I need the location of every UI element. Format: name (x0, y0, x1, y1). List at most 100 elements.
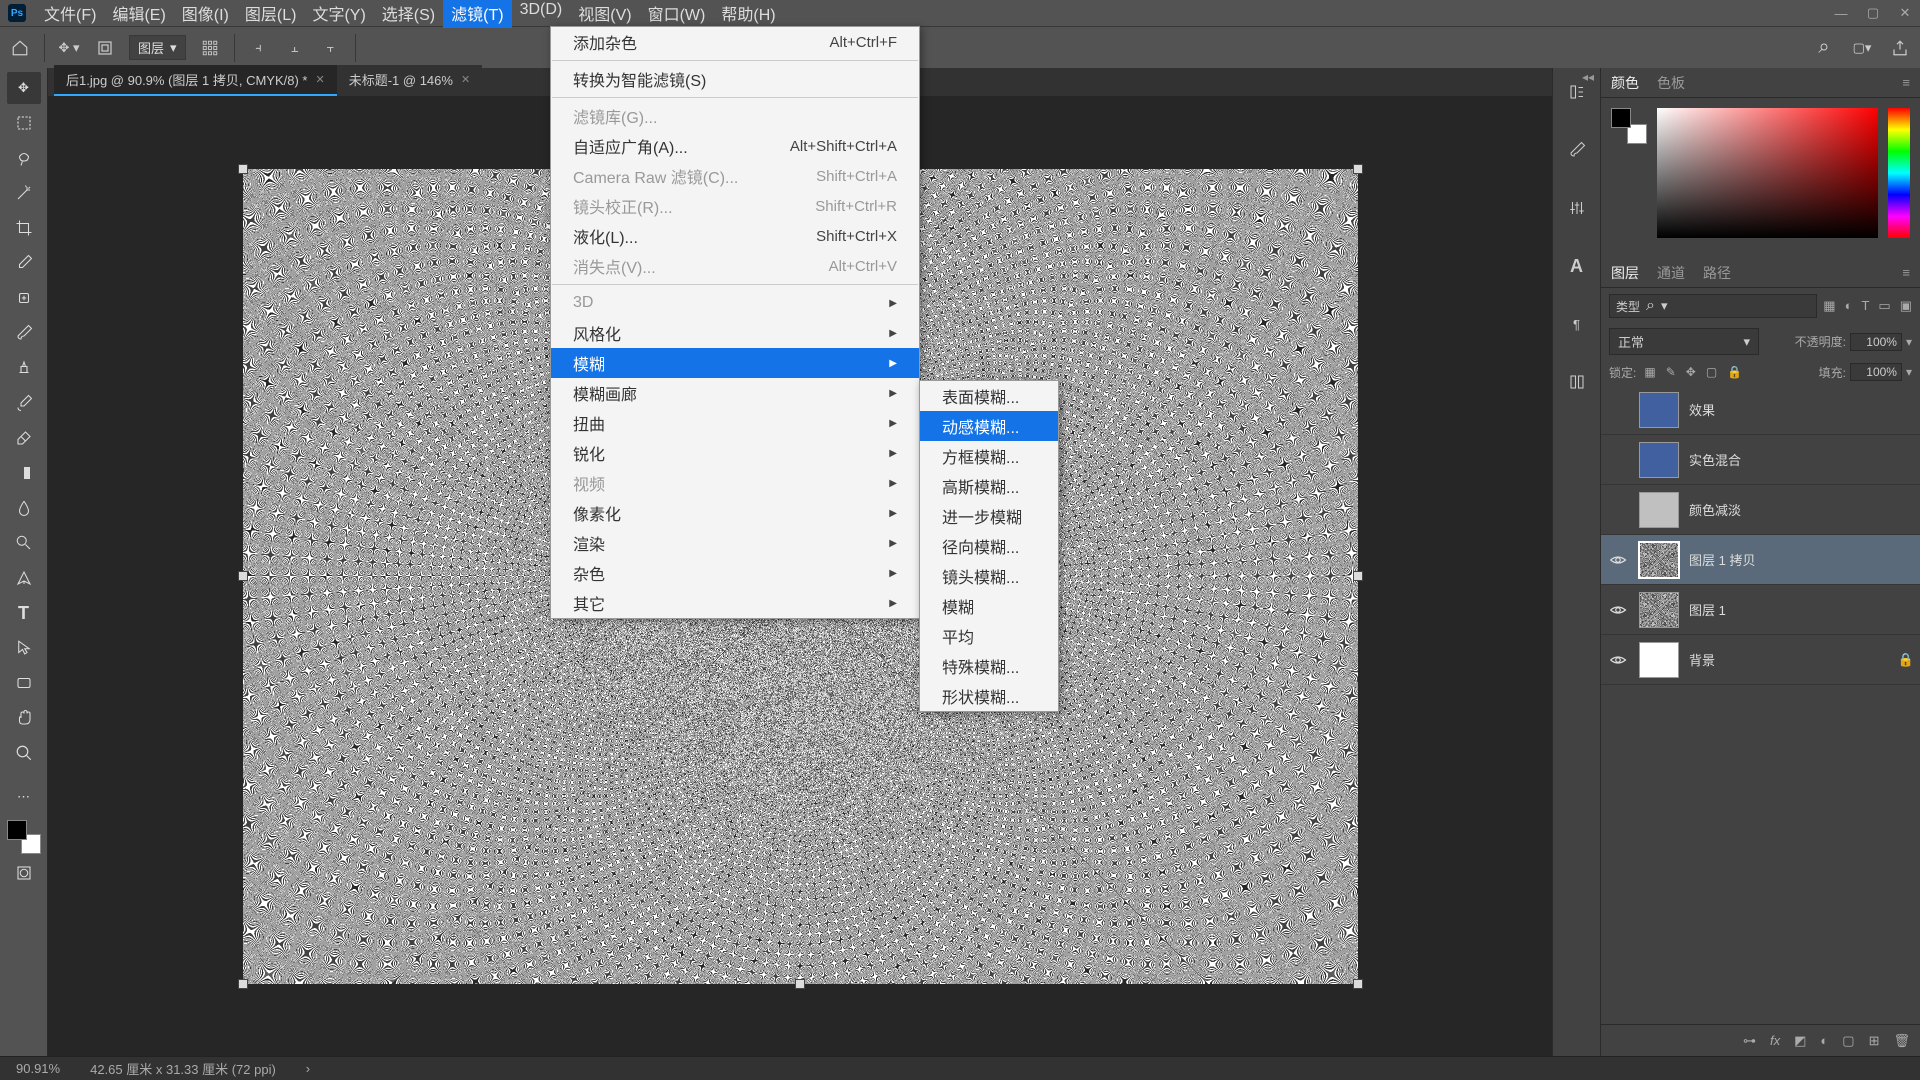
visibility-toggle[interactable] (1607, 651, 1629, 669)
align-right-icon[interactable]: ⫟ (319, 36, 343, 60)
submenu-item-动感模糊...[interactable]: 动感模糊... (920, 411, 1058, 441)
submenu-item-高斯模糊...[interactable]: 高斯模糊... (920, 471, 1058, 501)
tab-close-icon[interactable]: ✕ (316, 73, 325, 86)
menu-item-像素化[interactable]: 像素化▶ (551, 498, 919, 528)
submenu-item-表面模糊...[interactable]: 表面模糊... (920, 381, 1058, 411)
menu-图像(I)[interactable]: 图像(I) (174, 0, 237, 28)
document-tab[interactable]: 后1.jpg @ 90.9% (图层 1 拷贝, CMYK/8) *✕ (54, 65, 337, 96)
path-select-tool[interactable] (7, 632, 41, 664)
workspace-icon[interactable]: ▢▾ (1850, 36, 1874, 60)
edit-toolbar[interactable]: ⋯ (7, 781, 41, 813)
menu-滤镜(T)[interactable]: 滤镜(T) (443, 0, 511, 28)
layer-name-label[interactable]: 图层 1 (1689, 600, 1914, 619)
layer-name-label[interactable]: 图层 1 拷贝 (1689, 550, 1914, 569)
text-filter-icon[interactable]: T (1861, 298, 1869, 314)
healing-brush-tool[interactable] (7, 282, 41, 314)
menu-item-模糊画廊[interactable]: 模糊画廊▶ (551, 378, 919, 408)
layer-name-label[interactable]: 背景 (1689, 650, 1888, 669)
menu-item-添加杂色[interactable]: 添加杂色Alt+Ctrl+F (551, 27, 919, 57)
brushes-panel-icon[interactable] (1563, 136, 1591, 164)
minimize-icon[interactable]: — (1834, 6, 1848, 20)
history-brush-tool[interactable] (7, 387, 41, 419)
layer-kind-filter[interactable]: 类型 ⌕ ▾ (1609, 294, 1817, 318)
collapse-arrows-icon[interactable]: ◂◂ (1582, 70, 1594, 84)
menu-item-液化(L)...[interactable]: 液化(L)...Shift+Ctrl+X (551, 221, 919, 251)
menu-item-锐化[interactable]: 锐化▶ (551, 438, 919, 468)
zoom-level[interactable]: 90.91% (16, 1061, 60, 1076)
menu-item-渲染[interactable]: 渲染▶ (551, 528, 919, 558)
color-fgbg-swatches[interactable] (1611, 108, 1647, 144)
visibility-toggle[interactable] (1607, 551, 1629, 569)
lock-position-icon[interactable]: ✥ (1686, 365, 1696, 379)
lock-all-icon[interactable]: 🔒 (1727, 365, 1742, 379)
new-layer-icon[interactable]: ⊞ (1869, 1033, 1880, 1049)
move-icon[interactable]: ✥ ▾ (57, 36, 81, 60)
link-layers-icon[interactable]: ⊶ (1743, 1033, 1756, 1049)
crop-tool[interactable] (7, 212, 41, 244)
layer-thumbnail[interactable] (1639, 592, 1679, 628)
opacity-input[interactable]: 100% (1850, 333, 1902, 351)
layer-name-label[interactable]: 颜色减淡 (1689, 500, 1914, 519)
layer-name-label[interactable]: 效果 (1689, 400, 1914, 419)
share-icon[interactable] (1888, 36, 1912, 60)
clone-stamp-tool[interactable] (7, 352, 41, 384)
adjustment-layer-icon[interactable]: ◐ (1820, 1033, 1828, 1048)
layer-item[interactable]: 图层 1 拷贝 (1601, 535, 1920, 585)
shape-filter-icon[interactable]: ▭ (1878, 298, 1890, 314)
swatches-tab[interactable]: 色板 (1657, 69, 1685, 97)
transform-controls-icon[interactable] (198, 36, 222, 60)
handle-bm[interactable] (795, 979, 805, 989)
layer-item[interactable]: 背景🔒 (1601, 635, 1920, 685)
handle-ml[interactable] (238, 571, 248, 581)
color-tab[interactable]: 颜色 (1611, 69, 1639, 97)
layer-item[interactable]: 图层 1 (1601, 585, 1920, 635)
search-icon[interactable]: ⌕ (1812, 36, 1836, 60)
layer-filter-icons[interactable]: ▦ ◐ T ▭ ▣ (1823, 298, 1912, 314)
submenu-item-形状模糊...[interactable]: 形状模糊... (920, 681, 1058, 711)
move-tool[interactable]: ✥ (7, 72, 41, 104)
lock-artboard-icon[interactable]: ▢ (1706, 365, 1717, 379)
libraries-panel-icon[interactable] (1563, 368, 1591, 396)
menu-item-风格化[interactable]: 风格化▶ (551, 318, 919, 348)
menu-item-转换为智能滤镜(S)[interactable]: 转换为智能滤镜(S) (551, 64, 919, 94)
blend-mode-dropdown[interactable]: 正常▾ (1609, 328, 1759, 355)
menu-item-自适应广角(A)...[interactable]: 自适应广角(A)...Alt+Shift+Ctrl+A (551, 131, 919, 161)
menu-视图(V)[interactable]: 视图(V) (570, 0, 639, 28)
menu-帮助(H)[interactable]: 帮助(H) (713, 0, 783, 28)
home-icon[interactable] (8, 36, 32, 60)
smart-filter-icon[interactable]: ▣ (1900, 298, 1912, 314)
paragraph-panel-icon[interactable]: ¶ (1563, 310, 1591, 338)
lasso-tool[interactable] (7, 142, 41, 174)
submenu-item-方框模糊...[interactable]: 方框模糊... (920, 441, 1058, 471)
menu-文件(F)[interactable]: 文件(F) (36, 0, 104, 28)
autoselect-icon[interactable] (93, 36, 117, 60)
tab-close-icon[interactable]: ✕ (461, 73, 470, 86)
submenu-item-径向模糊...[interactable]: 径向模糊... (920, 531, 1058, 561)
visibility-toggle[interactable] (1607, 601, 1629, 619)
layer-thumbnail[interactable] (1639, 492, 1679, 528)
align-left-icon[interactable]: ⫞ (247, 36, 271, 60)
delete-layer-icon[interactable]: 🗑 (1893, 1033, 1910, 1049)
panel-menu-icon[interactable]: ≡ (1902, 265, 1910, 280)
submenu-item-模糊[interactable]: 模糊 (920, 591, 1058, 621)
gradient-tool[interactable] (7, 457, 41, 489)
fx-icon[interactable]: fx (1770, 1033, 1780, 1048)
submenu-item-特殊模糊...[interactable]: 特殊模糊... (920, 651, 1058, 681)
layer-item[interactable]: 效果 (1601, 385, 1920, 435)
layer-item[interactable]: 实色混合 (1601, 435, 1920, 485)
menu-编辑(E)[interactable]: 编辑(E) (104, 0, 173, 28)
menu-3D(D)[interactable]: 3D(D) (512, 0, 571, 28)
submenu-item-进一步模糊[interactable]: 进一步模糊 (920, 501, 1058, 531)
eraser-tool[interactable] (7, 422, 41, 454)
paths-tab[interactable]: 路径 (1703, 259, 1731, 287)
layer-thumbnail[interactable] (1639, 542, 1679, 578)
dodge-tool[interactable] (7, 527, 41, 559)
menu-窗口(W)[interactable]: 窗口(W) (640, 0, 714, 28)
hand-tool[interactable] (7, 702, 41, 734)
lock-image-icon[interactable]: ✎ (1666, 365, 1676, 379)
handle-br[interactable] (1353, 979, 1363, 989)
layer-thumbnail[interactable] (1639, 442, 1679, 478)
fg-bg-swatches[interactable] (7, 820, 41, 854)
menu-文字(Y)[interactable]: 文字(Y) (304, 0, 373, 28)
lock-transparency-icon[interactable]: ▦ (1644, 365, 1655, 379)
